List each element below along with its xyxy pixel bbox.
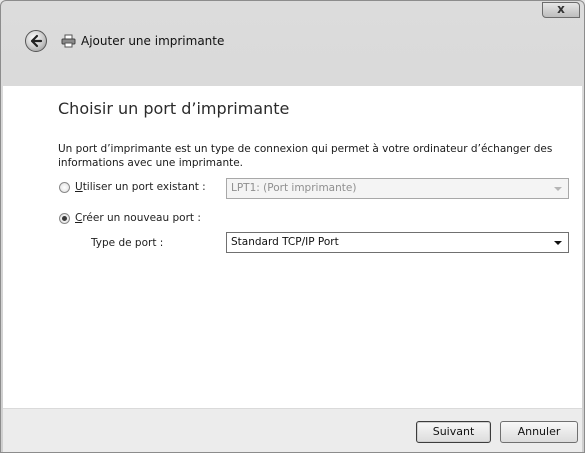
back-arrow-icon — [30, 34, 43, 48]
wizard-window: x Ajouter une imprimante Choisir un port… — [0, 0, 585, 453]
window-title: Ajouter une imprimante — [81, 34, 225, 48]
new-port-radio[interactable] — [59, 213, 70, 224]
existing-port-label[interactable]: Utiliser un port existant : — [75, 181, 206, 193]
chevron-down-icon — [554, 187, 562, 191]
printer-icon — [61, 34, 76, 48]
close-icon: x — [557, 2, 565, 16]
port-type-dropdown-value: Standard TCP/IP Port — [231, 236, 339, 248]
page-title: Choisir un port d’imprimante — [58, 99, 290, 118]
chevron-down-icon — [554, 241, 562, 245]
next-button[interactable]: Suivant — [416, 421, 491, 443]
new-port-label[interactable]: Créer un nouveau port : — [75, 212, 201, 224]
existing-port-dropdown-value: LPT1: (Port imprimante) — [231, 182, 357, 194]
port-type-label: Type de port : — [91, 237, 164, 249]
close-button[interactable]: x — [542, 2, 580, 18]
back-button[interactable] — [25, 30, 47, 52]
page-description: Un port d’imprimante est un type de conn… — [58, 143, 553, 169]
existing-port-dropdown[interactable]: LPT1: (Port imprimante) — [226, 178, 569, 199]
existing-port-radio[interactable] — [59, 182, 70, 193]
footer-bar — [3, 408, 582, 452]
cancel-button[interactable]: Annuler — [500, 421, 578, 443]
port-type-dropdown[interactable]: Standard TCP/IP Port — [226, 232, 569, 253]
